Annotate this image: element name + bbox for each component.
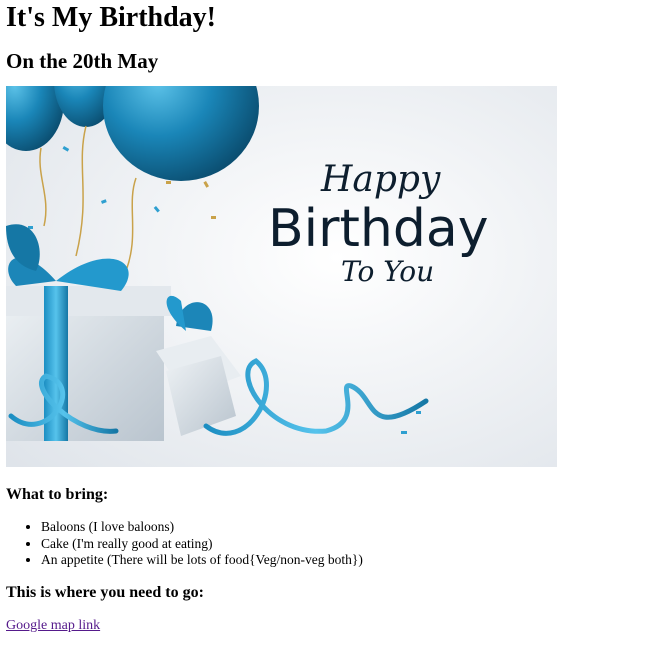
location-heading: This is where you need to go: bbox=[6, 583, 204, 601]
birthday-banner-image: Happy Birthday To You bbox=[6, 86, 557, 467]
list-item: An appetite (There will be lots of food{… bbox=[41, 552, 663, 569]
google-map-link[interactable]: Google map link bbox=[6, 617, 100, 635]
page-subtitle: On the 20th May bbox=[6, 49, 159, 73]
banner-line2: Birthday bbox=[268, 199, 489, 259]
banner-line1: Happy bbox=[320, 159, 441, 200]
banner-line3: To You bbox=[341, 255, 434, 288]
page-title: It's My Birthday! bbox=[6, 2, 216, 33]
list-item: Baloons (I love baloons) bbox=[41, 519, 663, 536]
list-item: Cake (I'm really good at eating) bbox=[41, 536, 663, 553]
bring-list: Baloons (I love baloons) Cake (I'm reall… bbox=[6, 519, 663, 569]
bring-heading: What to bring: bbox=[6, 486, 109, 503]
